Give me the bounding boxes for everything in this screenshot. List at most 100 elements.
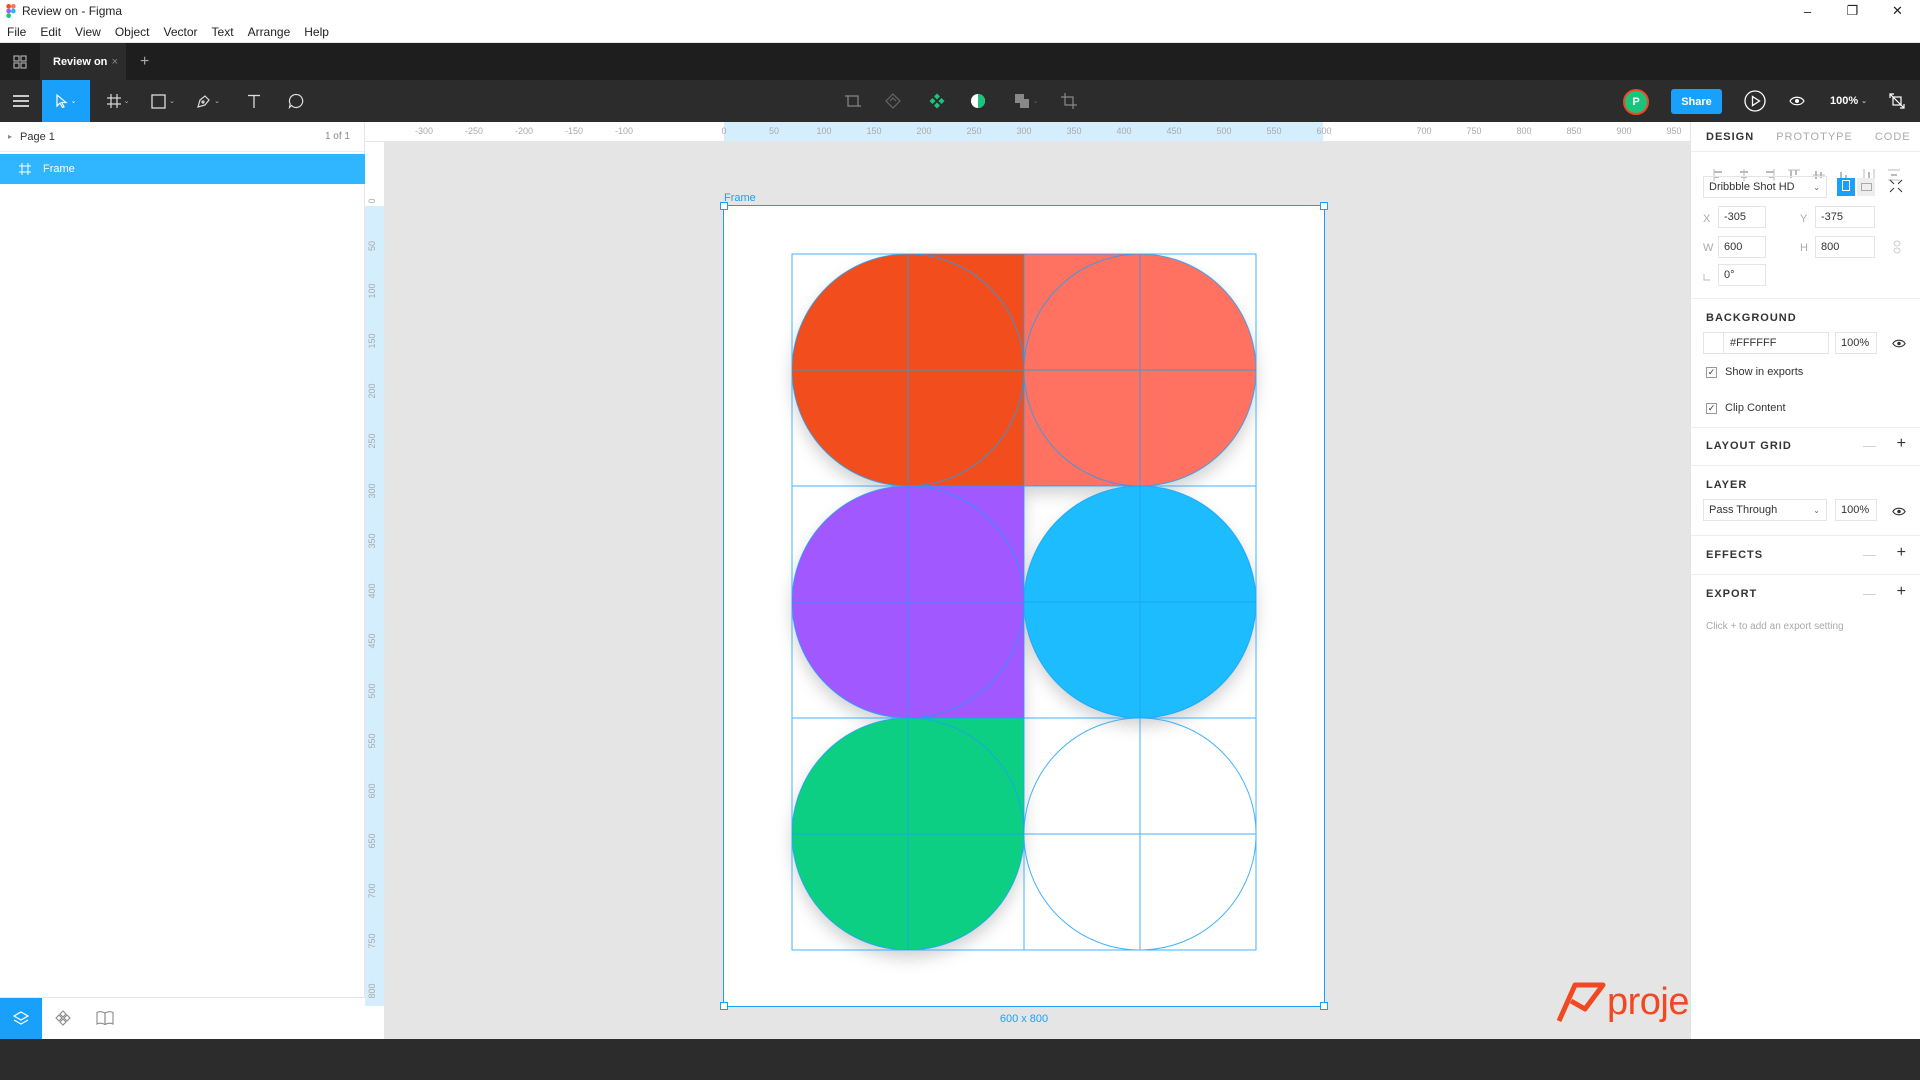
hamburger-icon <box>13 95 29 107</box>
eye-icon[interactable] <box>1892 337 1906 351</box>
show-in-exports-checkbox[interactable]: ✓ Show in exports <box>1706 366 1803 378</box>
ruler-vertical: 0 50 100 150 200 250 300 350 400 450 500 550 600 650 7… <box>365 142 385 1039</box>
present-button[interactable] <box>1740 80 1770 122</box>
boolean-button[interactable]: ⌄ <box>1008 80 1044 122</box>
remove-layout-grid-button[interactable]: — <box>1863 438 1876 453</box>
layer-item-frame[interactable]: Frame <box>0 154 365 184</box>
h-label: H <box>1800 242 1808 254</box>
portrait-orientation-button[interactable] <box>1837 178 1855 196</box>
move-tool-button[interactable]: ⌄ <box>42 80 90 122</box>
resize-handle-bottom-right[interactable] <box>1320 1002 1328 1010</box>
eye-icon[interactable] <box>1892 505 1906 519</box>
frame-tool-button[interactable]: ⌄ <box>98 80 138 122</box>
restore-button[interactable]: ❐ <box>1830 0 1875 22</box>
left-panel-tabs <box>0 997 365 1040</box>
menu-edit[interactable]: Edit <box>33 25 68 39</box>
crop-button[interactable] <box>1054 80 1084 122</box>
text-tool-button[interactable] <box>236 80 272 122</box>
layer-opacity-input[interactable]: 100% <box>1835 499 1877 521</box>
comment-tool-button[interactable] <box>278 80 314 122</box>
book-icon <box>96 1010 114 1028</box>
menu-text[interactable]: Text <box>205 25 241 39</box>
height-input[interactable]: 800 <box>1815 236 1875 258</box>
fit-view-button[interactable] <box>1882 80 1912 122</box>
shape-tool-button[interactable]: ⌄ <box>143 80 183 122</box>
background-opacity-input[interactable]: 100% <box>1835 332 1877 354</box>
color-swatch[interactable] <box>1704 333 1724 353</box>
ruler-tick-label: 450 <box>367 633 377 649</box>
file-browser-icon[interactable] <box>0 43 40 80</box>
background-color-input[interactable]: #FFFFFF <box>1703 332 1829 354</box>
ruler-tick-label: 250 <box>367 433 377 449</box>
menu-view[interactable]: View <box>68 25 108 39</box>
landscape-orientation-button[interactable] <box>1857 178 1875 196</box>
properties-panel: DESIGN PROTOTYPE CODE Dribbble Shot HD ⌄… <box>1690 122 1920 1039</box>
checkbox-checked-icon: ✓ <box>1706 402 1717 414</box>
ruler-tick-label: 600 <box>1316 126 1332 136</box>
share-button[interactable]: Share <box>1671 89 1722 114</box>
team-library-tab[interactable] <box>84 998 126 1040</box>
frame-label[interactable]: Frame <box>724 192 756 204</box>
resize-handle-top-left[interactable] <box>720 202 728 210</box>
menu-file[interactable]: File <box>0 25 33 39</box>
resize-to-fit-icon <box>1889 179 1903 196</box>
frame-icon <box>106 94 121 108</box>
add-effect-button[interactable]: + <box>1897 544 1906 562</box>
zoom-dropdown[interactable]: 100% ⌄ <box>1830 80 1867 122</box>
ruler-tick-label: 100 <box>367 283 377 299</box>
frame-selection-button[interactable] <box>838 80 868 122</box>
menu-object[interactable]: Object <box>108 25 157 39</box>
canvas[interactable]: Frame 600 x 800 <box>385 142 1690 1039</box>
frame[interactable] <box>720 202 1328 1010</box>
zoom-level: 100% <box>1830 95 1859 107</box>
pen-tool-button[interactable]: ⌄ <box>188 80 228 122</box>
tab-prototype[interactable]: PROTOTYPE <box>1776 131 1853 143</box>
y-label: Y <box>1800 213 1808 225</box>
menu-help[interactable]: Help <box>297 25 336 39</box>
constrain-proportions-icon[interactable] <box>1893 240 1901 257</box>
ruler-tick-label: 150 <box>866 126 882 136</box>
mask-button[interactable] <box>878 80 908 122</box>
rotation-input[interactable]: 0° <box>1718 264 1766 286</box>
remove-export-button[interactable]: — <box>1863 586 1876 601</box>
chevron-down-icon: ⌄ <box>1813 505 1820 515</box>
tab-code[interactable]: CODE <box>1875 131 1911 143</box>
main-menu-button[interactable] <box>0 80 42 122</box>
x-input[interactable]: -305 <box>1718 206 1766 228</box>
frame-icon <box>19 163 31 175</box>
eye-icon <box>1789 96 1805 106</box>
show-in-exports-label: Show in exports <box>1725 366 1804 378</box>
add-layout-grid-button[interactable]: + <box>1897 435 1906 453</box>
ruler-tick-label: 350 <box>367 533 377 549</box>
menu-arrange[interactable]: Arrange <box>241 25 298 39</box>
tab-review-on[interactable]: Review on × <box>40 43 126 80</box>
close-window-button[interactable]: ✕ <box>1875 0 1920 22</box>
blend-mode-dropdown[interactable]: Pass Through ⌄ <box>1703 499 1827 521</box>
resize-to-fit-button[interactable] <box>1887 178 1905 196</box>
mask-icon <box>885 93 901 109</box>
style-button[interactable] <box>963 80 993 122</box>
y-input[interactable]: -375 <box>1815 206 1875 228</box>
clip-content-checkbox[interactable]: ✓ Clip Content <box>1706 402 1786 414</box>
layers-tab[interactable] <box>0 998 42 1040</box>
minimize-button[interactable]: – <box>1785 0 1830 22</box>
user-avatar[interactable]: P <box>1623 89 1649 115</box>
menu-vector[interactable]: Vector <box>157 25 205 39</box>
tab-design[interactable]: DESIGN <box>1706 131 1754 143</box>
crop-icon <box>1061 93 1077 109</box>
new-tab-button[interactable]: + <box>140 53 149 71</box>
ruler-horizontal: -300 -250 -200 -150 -100 0 50 100 150 200 250 300 35… <box>365 122 1690 142</box>
view-settings-button[interactable] <box>1782 80 1812 122</box>
create-component-button[interactable] <box>922 80 952 122</box>
width-input[interactable]: 600 <box>1718 236 1766 258</box>
page-selector[interactable]: ▸ Page 1 1 of 1 <box>0 122 364 152</box>
frame-preset-dropdown[interactable]: Dribbble Shot HD ⌄ <box>1703 176 1827 198</box>
remove-effect-button[interactable]: — <box>1863 547 1876 562</box>
add-export-button[interactable]: + <box>1897 583 1906 601</box>
close-tab-icon[interactable]: × <box>112 56 118 68</box>
chevron-down-icon: ⌄ <box>123 98 130 105</box>
ruler-tick-label: -200 <box>514 126 534 136</box>
components-tab[interactable] <box>42 998 84 1040</box>
resize-handle-top-right[interactable] <box>1320 202 1328 210</box>
resize-handle-bottom-left[interactable] <box>720 1002 728 1010</box>
